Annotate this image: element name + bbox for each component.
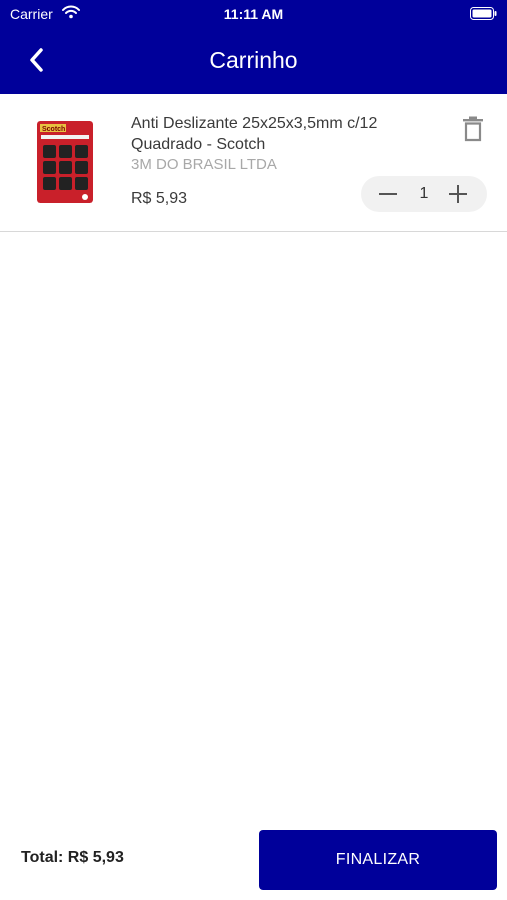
product-name: Anti Deslizante 25x25x3,5mm c/12 Quadrad… <box>131 115 378 153</box>
svg-text:Scotch: Scotch <box>42 126 65 133</box>
product-image: Scotch <box>37 121 93 203</box>
delete-item-button[interactable] <box>461 116 485 142</box>
product-price: R$ 5,93 <box>131 190 188 207</box>
increment-button[interactable] <box>447 184 469 204</box>
cart-total: Total: R$ 5,93 <box>21 849 124 866</box>
trash-icon <box>463 116 483 142</box>
product-brand: 3M DO BRASIL LTDA <box>131 156 277 173</box>
app-header: Carrier 11:11 AM Carrinho <box>0 0 507 94</box>
quantity-value: 1 <box>419 185 429 202</box>
quantity-stepper: 1 <box>361 176 487 212</box>
status-time: 11:11 AM <box>223 6 284 22</box>
cart-item: Scotch Anti Deslizante 25x25x3,5mm c/12 … <box>0 94 507 232</box>
minus-icon <box>379 193 397 195</box>
status-bar: Carrier 11:11 AM <box>0 0 507 28</box>
plus-icon <box>449 185 467 203</box>
page-title: Carrinho <box>209 47 298 73</box>
decrement-button[interactable] <box>377 184 399 204</box>
battery-icon <box>470 7 497 20</box>
finalize-button[interactable]: FINALIZAR <box>259 830 497 890</box>
